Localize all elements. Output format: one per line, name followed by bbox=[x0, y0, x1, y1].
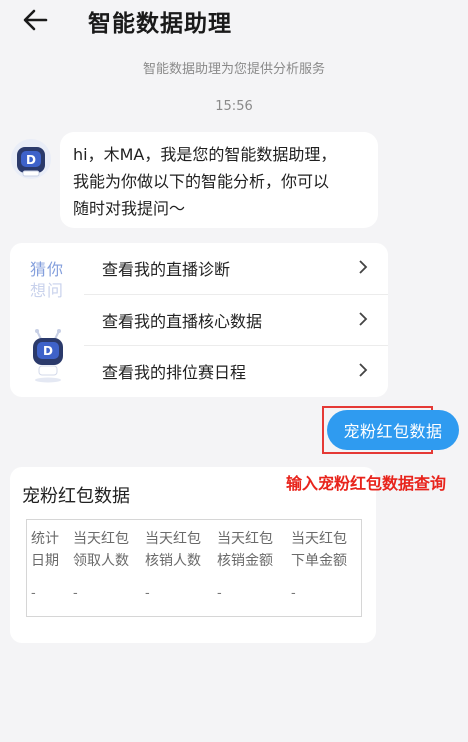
suggestion-label: 查看我的排位赛日程 bbox=[102, 363, 247, 382]
svg-text:D: D bbox=[26, 153, 36, 167]
suggestion-ranking-schedule[interactable]: 查看我的排位赛日程 bbox=[84, 345, 388, 396]
data-table: 统计 日期 当天红包 领取人数 当天红包 核销人数 当天红包 核销金额 当天红包 下单金额… bbox=[26, 519, 362, 617]
table-header-cell: 统计 日期 bbox=[31, 531, 59, 569]
table-cell: - bbox=[145, 586, 150, 601]
user-message-bubble[interactable]: 宠粉红包数据 bbox=[327, 410, 459, 450]
message-timestamp: 15:56 bbox=[215, 99, 253, 114]
table-header-cell: 当天红包 领取人数 bbox=[73, 531, 129, 569]
greeting-line: 我能为你做以下的智能分析，你可以 bbox=[73, 172, 330, 191]
greeting-line: hi，木MA，我是您的智能数据助理， bbox=[73, 145, 337, 164]
table-cell: - bbox=[217, 586, 222, 601]
suggested-questions-card: 猜你 想问 D 查看我的直播诊断 查看我的直播核心数据 查看我的排位赛日程 bbox=[10, 243, 388, 397]
robot-mascot-icon: D bbox=[33, 329, 63, 383]
chevron-right-icon bbox=[359, 363, 368, 377]
result-title: 宠粉红包数据 bbox=[22, 486, 130, 507]
chevron-right-icon bbox=[359, 312, 368, 326]
chevron-right-icon bbox=[359, 260, 368, 274]
page-title: 智能数据助理 bbox=[88, 11, 232, 37]
service-note: 智能数据助理为您提供分析服务 bbox=[142, 62, 325, 77]
greeting-line: 随时对我提问～ bbox=[73, 199, 186, 218]
assistant-greeting-bubble: hi，木MA，我是您的智能数据助理， 我能为你做以下的智能分析，你可以 随时对我… bbox=[60, 132, 378, 228]
suggestion-label: 查看我的直播诊断 bbox=[102, 260, 231, 279]
top-bar: 智能数据助理 bbox=[0, 0, 468, 46]
table-cell: - bbox=[291, 586, 296, 601]
table-header-cell: 当天红包 下单金额 bbox=[291, 531, 347, 569]
table-header-cell: 当天红包 核销人数 bbox=[145, 531, 201, 569]
arrow-left-icon bbox=[23, 9, 48, 31]
instruction-annotation: 输入宠粉红包数据查询 bbox=[286, 474, 447, 493]
table-header-cell: 当天红包 核销金额 bbox=[217, 531, 273, 569]
table-cell: - bbox=[73, 586, 78, 601]
guess-you-ask-label: 猜你 想问 bbox=[30, 259, 64, 301]
suggestion-live-core-data[interactable]: 查看我的直播核心数据 bbox=[84, 294, 388, 345]
suggestion-live-diagnosis[interactable]: 查看我的直播诊断 bbox=[84, 243, 388, 294]
table-cell: - bbox=[31, 586, 36, 601]
svg-text:D: D bbox=[43, 344, 53, 358]
guess-line-2: 想问 bbox=[30, 281, 65, 300]
assistant-avatar: D bbox=[11, 139, 51, 179]
suggestion-label: 查看我的直播核心数据 bbox=[102, 312, 263, 331]
back-button[interactable] bbox=[18, 6, 52, 34]
guess-line-1: 猜你 bbox=[30, 260, 65, 279]
